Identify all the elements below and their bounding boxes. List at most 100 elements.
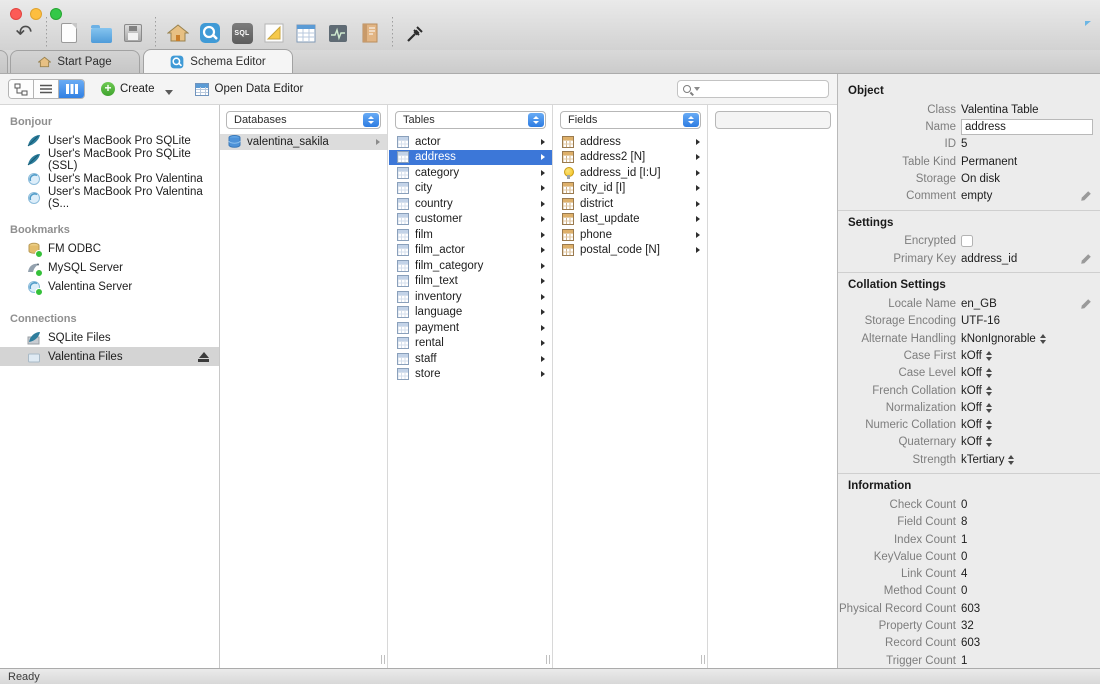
disclosure-arrow-icon: [541, 154, 545, 161]
stepper-icon[interactable]: [985, 402, 992, 413]
sidebar-item-valentina-ssl-bonjour[interactable]: User's MacBook Pro Valentina (S...: [0, 186, 219, 210]
table-row[interactable]: film_category: [389, 258, 552, 274]
disclosure-arrow-icon: [541, 340, 545, 347]
stepper-icon[interactable]: [985, 420, 992, 431]
table-row-selected[interactable]: address: [389, 149, 552, 165]
table-row[interactable]: store: [389, 367, 552, 383]
sidebar-item-sqlite-ssl-bonjour[interactable]: User's MacBook Pro SQLite (SSL): [0, 148, 219, 172]
stepper-icon[interactable]: [1039, 333, 1046, 344]
start-page-button[interactable]: [165, 20, 191, 46]
valentina-icon: [28, 191, 40, 204]
table-row[interactable]: city: [389, 181, 552, 197]
dropdown-value[interactable]: kOff: [961, 402, 982, 414]
title-toolbar: ↶ SQL: [0, 0, 1100, 50]
fields-type-dropdown[interactable]: Fields: [560, 111, 701, 129]
field-row[interactable]: postal_code [N]: [554, 243, 707, 259]
data-editor-button[interactable]: [293, 20, 319, 46]
edit-pencil-icon[interactable]: [1080, 253, 1092, 265]
stepper-icon[interactable]: [985, 385, 992, 396]
dropdown-value[interactable]: kOff: [961, 419, 982, 431]
column-resize-grip[interactable]: [545, 655, 550, 664]
tables-type-dropdown[interactable]: Tables: [395, 111, 546, 129]
create-button[interactable]: + Create: [101, 82, 173, 96]
dropdown-value[interactable]: kOff: [961, 367, 982, 379]
table-row[interactable]: actor: [389, 134, 552, 150]
table-row[interactable]: film_text: [389, 274, 552, 290]
table-row[interactable]: rental: [389, 336, 552, 352]
property-label: Case Level: [898, 367, 956, 380]
edit-pencil-icon[interactable]: [1080, 190, 1092, 202]
schema-editor-button[interactable]: [197, 20, 223, 46]
dropdown-value[interactable]: kTertiary: [961, 454, 1004, 466]
strength-row: Strength kTertiary: [838, 451, 1100, 468]
column-resize-grip[interactable]: [380, 655, 385, 664]
field-row[interactable]: address: [554, 134, 707, 150]
stepper-icon[interactable]: [985, 368, 992, 379]
dropdown-value[interactable]: kOff: [961, 350, 982, 362]
table-row[interactable]: category: [389, 165, 552, 181]
column-view-button[interactable]: [59, 80, 84, 98]
table-row[interactable]: staff: [389, 351, 552, 367]
search-field[interactable]: [677, 80, 829, 98]
tab-start-page[interactable]: Start Page: [10, 50, 140, 73]
table-row[interactable]: language: [389, 305, 552, 321]
field-row[interactable]: city_id [I]: [554, 181, 707, 197]
edit-pencil-icon[interactable]: [1080, 298, 1092, 310]
open-data-editor-button[interactable]: Open Data Editor: [194, 82, 303, 96]
disclosure-arrow-icon: [541, 324, 545, 331]
stepper-icon[interactable]: [1008, 454, 1015, 465]
field-row[interactable]: district: [554, 196, 707, 212]
database-row[interactable]: valentina_sakila: [220, 134, 387, 150]
field-row[interactable]: phone: [554, 227, 707, 243]
table-row[interactable]: film_actor: [389, 243, 552, 259]
field-row[interactable]: address_id [I:U]: [554, 165, 707, 181]
databases-column: Databases valentina_sakila: [220, 105, 388, 668]
stepper-icon[interactable]: [985, 437, 992, 448]
dropdown-value[interactable]: kNonIgnorable: [961, 333, 1036, 345]
table-row[interactable]: payment: [389, 320, 552, 336]
table-row[interactable]: customer: [389, 212, 552, 228]
property-label: KeyValue Count: [873, 550, 956, 563]
field-row[interactable]: address2 [N]: [554, 150, 707, 166]
link-count-row: Link Count 4: [838, 566, 1100, 583]
undo-button[interactable]: ↶: [11, 20, 37, 46]
field-name: postal_code [N]: [580, 244, 660, 257]
databases-type-dropdown[interactable]: Databases: [226, 111, 381, 129]
report-editor-button[interactable]: [357, 20, 383, 46]
sidebar-item-mysql-server[interactable]: MySQL Server: [0, 258, 219, 277]
eject-icon[interactable]: [198, 351, 209, 362]
open-button[interactable]: [88, 20, 114, 46]
tree-view-button[interactable]: [9, 80, 34, 98]
table-name: rental: [415, 337, 444, 350]
name-input[interactable]: [961, 118, 1093, 135]
sql-editor-button[interactable]: SQL: [229, 20, 255, 46]
table-row[interactable]: inventory: [389, 289, 552, 305]
sidebar-item-sqlite-files[interactable]: SQLite Files: [0, 328, 219, 347]
normalization-row: Normalization kOff: [838, 399, 1100, 416]
save-button[interactable]: [120, 20, 146, 46]
property-value: empty: [961, 190, 993, 203]
sidebar-item-valentina-server[interactable]: Valentina Server: [0, 277, 219, 296]
table-name: film_category: [415, 259, 484, 272]
stepper-icon[interactable]: [985, 350, 992, 361]
search-input[interactable]: [700, 83, 823, 95]
sidebar-item-valentina-files[interactable]: Valentina Files: [0, 347, 219, 366]
dropdown-value[interactable]: kOff: [961, 385, 982, 397]
new-document-button[interactable]: [56, 20, 82, 46]
sidebar-item-fm-odbc[interactable]: FM ODBC: [0, 239, 219, 258]
plus-icon: +: [101, 82, 115, 96]
field-row[interactable]: last_update: [554, 212, 707, 228]
server-admin-button[interactable]: [325, 20, 351, 46]
table-icon: [397, 306, 409, 319]
connect-button[interactable]: [402, 20, 428, 46]
dropdown-value[interactable]: kOff: [961, 436, 982, 448]
tab-schema-editor[interactable]: Schema Editor: [143, 49, 293, 73]
table-icon: [397, 368, 409, 381]
field-icon: [562, 244, 574, 257]
diagram-editor-button[interactable]: [261, 20, 287, 46]
table-row[interactable]: film: [389, 227, 552, 243]
list-view-button[interactable]: [34, 80, 59, 98]
encrypted-checkbox[interactable]: [961, 235, 973, 248]
column-resize-grip[interactable]: [700, 655, 705, 664]
table-row[interactable]: country: [389, 196, 552, 212]
